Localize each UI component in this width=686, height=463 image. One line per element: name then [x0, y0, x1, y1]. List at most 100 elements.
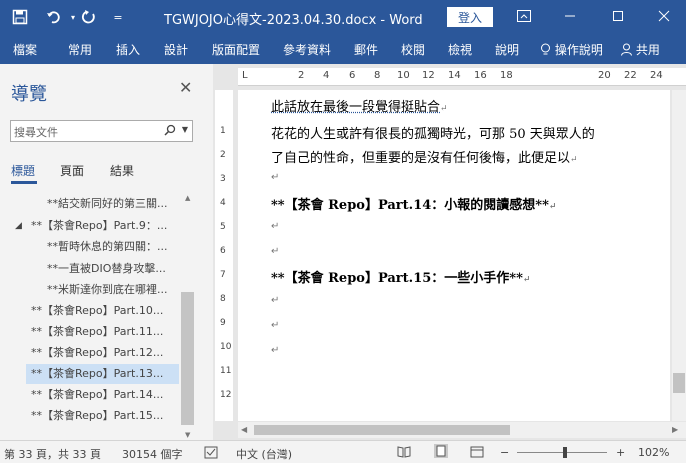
vertical-scrollbar-thumb[interactable]: [673, 373, 685, 393]
tab-home[interactable]: 常用: [68, 41, 92, 58]
tab-results[interactable]: 結果: [110, 162, 134, 179]
paragraph-line: 了自己的性命，但重要的是沒有任何後悔，此便足以↵: [271, 147, 578, 166]
save-icon[interactable]: [10, 7, 30, 27]
nav-heading-item[interactable]: **【茶會Repo】Part.9：...: [31, 216, 167, 236]
ruler-label: 2: [220, 150, 226, 160]
horizontal-ruler[interactable]: L 2 4 6 8 10 12 14 16 18 20 22 24: [238, 68, 686, 86]
ruler-label: 2: [298, 70, 305, 81]
paragraph-mark: ↵: [548, 202, 557, 212]
ruler-label: 12: [422, 70, 435, 81]
nav-heading-item-selected[interactable]: **【茶會Repo】Part.13...: [26, 364, 179, 384]
read-mode-icon[interactable]: [397, 446, 411, 461]
ruler-label: 6: [220, 246, 226, 256]
chevron-down-icon[interactable]: ▼: [182, 125, 188, 134]
scroll-left-icon[interactable]: ◀: [241, 425, 247, 434]
close-icon[interactable]: ✕: [179, 78, 192, 97]
nav-heading-item[interactable]: **【茶會Repo】Part.11...: [31, 322, 163, 342]
tell-me-search[interactable]: 操作說明: [540, 41, 603, 58]
search-input[interactable]: 搜尋文件 ▼: [10, 120, 193, 142]
paragraph-mark: ↵: [271, 221, 280, 232]
ruler-label: 20: [598, 70, 611, 81]
page-count[interactable]: 第 33 頁，共 33 頁: [4, 446, 101, 462]
paragraph-text: 了自己的性命，但重要的是沒有任何後悔，此便足以: [271, 151, 571, 166]
tab-pages[interactable]: 頁面: [60, 162, 84, 179]
vertical-ruler[interactable]: 1 2 3 4 5 6 7 8 9 10 11 12: [215, 90, 233, 421]
tab-help[interactable]: 說明: [495, 41, 519, 58]
lightbulb-icon: [540, 43, 555, 57]
redo-icon[interactable]: [79, 7, 99, 27]
share-button[interactable]: 共用: [621, 41, 660, 58]
minimize-icon[interactable]: [557, 4, 583, 28]
ruler-label: 3: [220, 174, 226, 184]
search-icon[interactable]: [164, 124, 176, 139]
nav-heading-item[interactable]: **一直被DIO替身攻擊...: [47, 259, 166, 279]
paragraph-mark: ↵: [522, 275, 531, 285]
navigation-title: 導覽: [11, 84, 47, 105]
person-icon: [621, 43, 636, 57]
share-label: 共用: [635, 43, 660, 57]
language-status[interactable]: 中文 (台灣): [236, 446, 292, 462]
tab-review[interactable]: 校閱: [401, 41, 425, 58]
close-icon[interactable]: [651, 4, 677, 28]
ruler-label: 10: [397, 70, 410, 81]
tab-insert[interactable]: 插入: [116, 41, 140, 58]
tab-layout[interactable]: 版面配置: [212, 41, 260, 58]
ruler-label: 6: [349, 70, 356, 81]
tab-mailings[interactable]: 郵件: [354, 41, 378, 58]
undo-icon[interactable]: [44, 7, 64, 27]
print-layout-icon[interactable]: [434, 444, 448, 461]
customize-icon[interactable]: =: [108, 7, 128, 27]
heading-text: **【茶會 Repo】Part.14：小報的閱讀感想**: [271, 198, 549, 213]
paragraph-line: 花花的人生或許有很長的孤獨時光，可那 50 天與眾人的: [271, 127, 595, 142]
ruler-tab-icon[interactable]: L: [242, 70, 248, 81]
ruler-label: 8: [374, 70, 381, 81]
tab-view[interactable]: 檢視: [448, 41, 472, 58]
nav-scrollbar-thumb[interactable]: [181, 292, 194, 425]
tab-headings[interactable]: 標題: [11, 162, 35, 179]
paragraph-mark: ↵: [271, 295, 280, 306]
ruler-label: 4: [323, 70, 330, 81]
ruler-label: 1: [220, 126, 226, 136]
tab-design[interactable]: 設計: [164, 41, 188, 58]
login-button[interactable]: 登入: [447, 7, 493, 27]
zoom-in-button[interactable]: +: [616, 446, 625, 459]
ruler-label: 18: [500, 70, 513, 81]
ruler-label: 10: [220, 342, 232, 352]
scroll-down-icon[interactable]: ▼: [185, 431, 190, 439]
maximize-icon[interactable]: [605, 4, 631, 28]
active-tab-indicator: [11, 181, 37, 184]
search-placeholder: 搜尋文件: [14, 126, 58, 139]
document-title: TGWJOJO心得文-2023.04.30.docx - Word: [164, 13, 423, 28]
zoom-slider[interactable]: [517, 452, 607, 453]
nav-heading-item[interactable]: **【茶會Repo】Part.15...: [31, 406, 163, 426]
document-area: L 2 4 6 8 10 12 14 16 18 20 22 24 1 2 3 …: [213, 64, 686, 440]
horizontal-scrollbar[interactable]: ◀ ▶: [238, 422, 686, 438]
nav-heading-item[interactable]: **【茶會Repo】Part.14...: [31, 385, 163, 405]
paragraph-text: 此話放在最後一段覺得挺貼合: [271, 100, 441, 115]
zoom-slider-thumb[interactable]: [563, 447, 567, 458]
web-layout-icon[interactable]: [470, 446, 484, 461]
scroll-right-icon[interactable]: ▶: [672, 425, 678, 434]
horizontal-scrollbar-thumb[interactable]: [254, 425, 510, 435]
paragraph-line: 此話放在最後一段覺得挺貼合↵: [271, 96, 448, 115]
ruler-label: 7: [220, 270, 226, 280]
ruler-label: 14: [448, 70, 461, 81]
navigation-pane: 導覽 ✕ 搜尋文件 ▼ 標題 頁面 結果 ▲ **結交新同好的第三關... ◢ …: [0, 64, 213, 440]
nav-heading-item[interactable]: **暫時休息的第四關：...: [47, 237, 168, 257]
word-count[interactable]: 30154 個字: [122, 446, 183, 462]
zoom-level[interactable]: 102%: [638, 446, 669, 459]
proofing-icon[interactable]: [204, 446, 218, 462]
vertical-scrollbar[interactable]: [672, 90, 686, 421]
zoom-out-button[interactable]: −: [500, 446, 509, 459]
title-bar: ▾ = TGWJOJO心得文-2023.04.30.docx - Word 登入: [0, 0, 686, 33]
nav-heading-item[interactable]: **米斯達你到底在哪裡...: [47, 280, 168, 300]
nav-heading-item[interactable]: **【茶會Repo】Part.10...: [31, 301, 163, 321]
document-page[interactable]: 此話放在最後一段覺得挺貼合↵ 花花的人生或許有很長的孤獨時光，可那 50 天與眾…: [238, 90, 670, 421]
nav-heading-item[interactable]: **結交新同好的第三關...: [47, 194, 168, 214]
collapse-triangle-icon[interactable]: ◢: [15, 216, 22, 236]
tab-file[interactable]: 檔案: [13, 41, 37, 58]
ribbon-display-icon[interactable]: [511, 4, 537, 28]
scroll-up-icon[interactable]: ▲: [185, 194, 190, 202]
tab-references[interactable]: 參考資料: [283, 41, 331, 58]
nav-heading-item[interactable]: **【茶會Repo】Part.12...: [31, 343, 163, 363]
